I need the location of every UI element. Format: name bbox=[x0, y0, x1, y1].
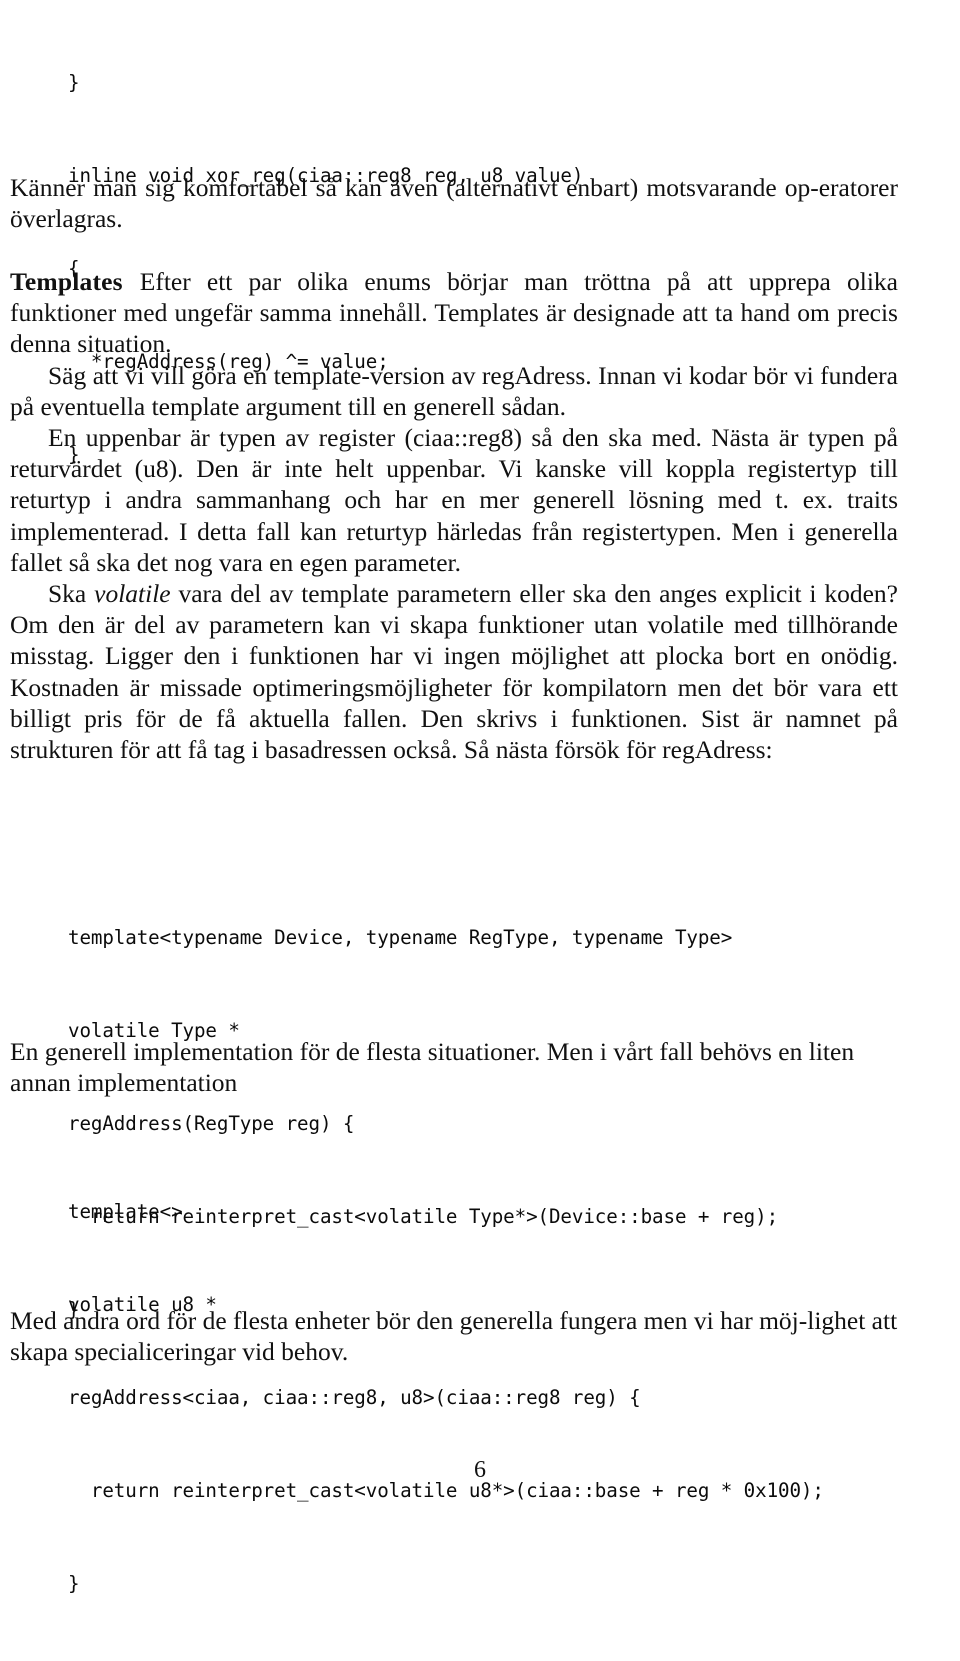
paragraph-templates: Templates Efter ett par olika enums börja… bbox=[10, 266, 898, 360]
paragraph-komfortabel-block: Känner man sig komfortabel så kan även (… bbox=[10, 172, 898, 234]
emphasis-volatile: volatile bbox=[94, 579, 171, 609]
paragraph-med-andra-ord-block: Med andra ord för de flesta enheter bör … bbox=[10, 1305, 898, 1367]
paragraph-med-andra-ord: Med andra ord för de flesta enheter bör … bbox=[10, 1306, 898, 1367]
document-page: } inline void xor_reg(ciaa::reg8 reg, u8… bbox=[0, 0, 960, 1595]
paragraph-templates-block: Templates Efter ett par olika enums börja… bbox=[10, 266, 898, 765]
run-in-heading-templates: Templates bbox=[10, 267, 123, 296]
paragraph-en-generell-block: En generell implementation för de flesta… bbox=[10, 1036, 898, 1098]
code-line: template<typename Device, typename RegTy… bbox=[68, 926, 733, 949]
paragraph-templates-body: Efter ett par olika enums börjar man trö… bbox=[10, 267, 898, 359]
paragraph-sag-att: Säg att vi vill göra en template-version… bbox=[10, 360, 898, 421]
code-line: } bbox=[68, 1572, 80, 1595]
page-number: 6 bbox=[474, 1457, 486, 1483]
paragraph-ska-volatile-pre: Ska bbox=[48, 579, 95, 609]
code-line: regAddress<ciaa, ciaa::reg8, u8>(ciaa::r… bbox=[68, 1386, 641, 1409]
code-block-regaddress-specialization: template<> volatile u8 * regAddress<ciaa… bbox=[68, 1134, 824, 1661]
paragraph-komfortabel: Känner man sig komfortabel så kan även (… bbox=[10, 173, 898, 234]
paragraph-en-uppenbar: En uppenbar är typen av register (ciaa::… bbox=[10, 423, 898, 577]
code-line: template<> bbox=[68, 1200, 183, 1223]
paragraph-ska-volatile: Ska volatile vara del av template parame… bbox=[10, 578, 898, 765]
paragraph-en-generell: En generell implementation för de flesta… bbox=[10, 1037, 855, 1098]
code-line: } bbox=[68, 71, 80, 94]
